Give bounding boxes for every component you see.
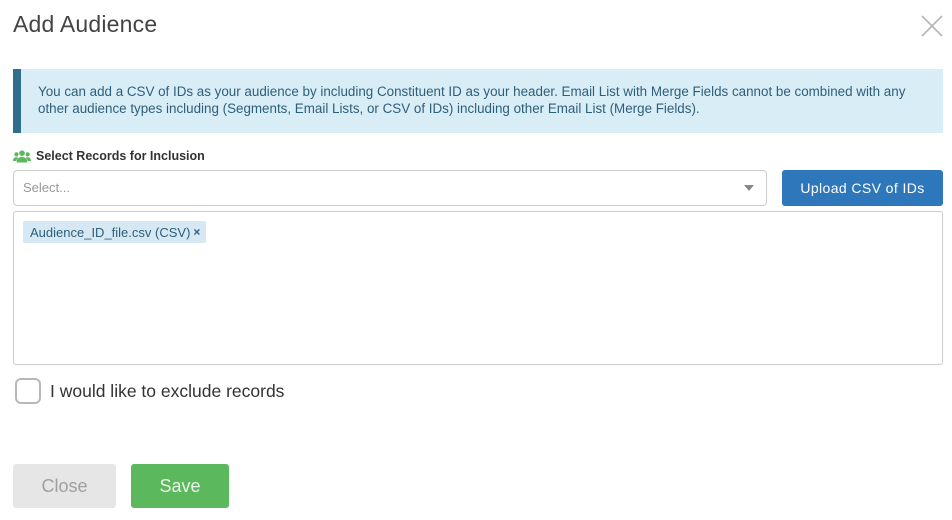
close-icon[interactable] — [920, 14, 944, 38]
select-placeholder: Select... — [23, 180, 70, 195]
caret-down-icon[interactable] — [744, 185, 754, 191]
users-icon — [13, 149, 31, 163]
info-text: You can add a CSV of IDs as your audienc… — [38, 84, 906, 116]
modal-title: Add Audience — [13, 11, 158, 37]
exclude-records-label[interactable]: I would like to exclude records — [50, 381, 284, 402]
exclude-records-checkbox[interactable] — [15, 378, 41, 404]
inclusion-label-text: Select Records for Inclusion — [36, 149, 205, 163]
inclusion-label: Select Records for Inclusion — [13, 149, 205, 163]
selected-record-chip: Audience_ID_file.csv (CSV) × — [23, 221, 207, 243]
chip-label: Audience_ID_file.csv (CSV) — [30, 224, 191, 240]
exclude-records-row: I would like to exclude records — [15, 378, 284, 404]
save-button[interactable]: Save — [131, 464, 229, 508]
upload-csv-button[interactable]: Upload CSV of IDs — [782, 170, 943, 206]
close-button[interactable]: Close — [13, 464, 116, 508]
records-select[interactable]: Select... — [13, 170, 767, 206]
chip-remove-icon[interactable]: × — [193, 225, 200, 239]
add-audience-modal: Add Audience You can add a CSV of IDs as… — [0, 0, 952, 520]
selected-records-area[interactable]: Audience_ID_file.csv (CSV) × — [13, 211, 943, 365]
info-alert: You can add a CSV of IDs as your audienc… — [13, 69, 943, 133]
